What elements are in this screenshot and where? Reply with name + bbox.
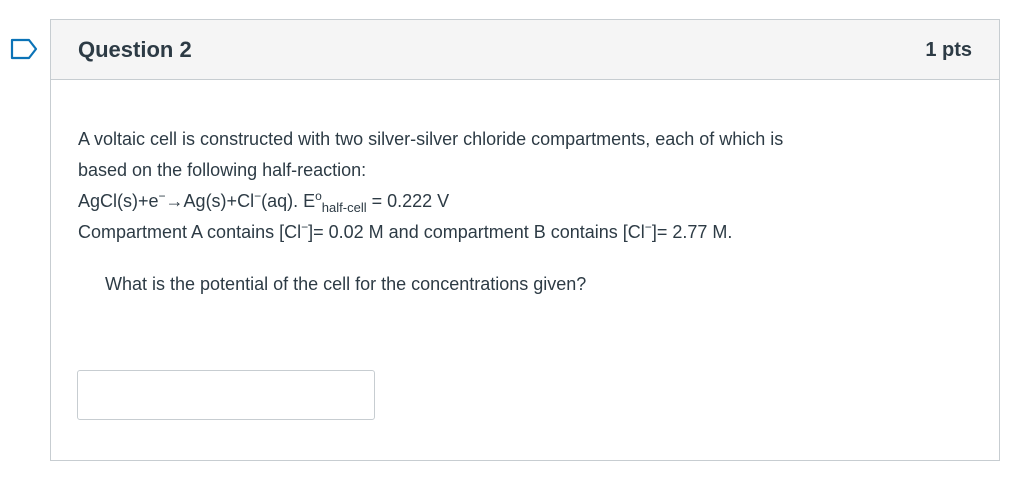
question-text-line: based on the following half-reaction: (78, 160, 367, 180)
reaction-text: →Ag(s)+Cl (165, 191, 255, 211)
compartment-text: ]= 2.77 M. (651, 222, 733, 242)
standard-superscript: o (315, 189, 322, 203)
charge-superscript: − (158, 189, 166, 203)
charge-superscript: − (644, 220, 652, 234)
reaction-text: = 0.222 V (366, 191, 450, 211)
question-prompt: What is the potential of the cell for th… (105, 274, 587, 294)
question-header: Question 2 1 pts (51, 20, 999, 80)
half-cell-subscript: half-cell (321, 200, 367, 215)
compartments-line: Compartment A contains [Cl −]= 0.02 M and… (78, 217, 958, 248)
bookmark-flag-icon[interactable] (10, 38, 38, 60)
reaction-text: AgCl(s)+e (78, 191, 159, 211)
reaction-text: (aq). E (261, 191, 316, 211)
question-text-line: A voltaic cell is constructed with two s… (78, 129, 784, 149)
question-title: Question 2 (78, 37, 192, 62)
answer-input[interactable] (77, 370, 375, 420)
compartment-text: ]= 0.02 M and compartment B contains [Cl (308, 222, 645, 242)
half-reaction-line: AgCl(s)+e−→Ag(s)+Cl−(aq). Eohalf-cell = … (78, 186, 958, 217)
question-points: 1 pts (925, 39, 972, 61)
question-card: Question 2 1 pts A voltaic cell is const… (50, 19, 1000, 461)
question-text: A voltaic cell is constructed with two s… (78, 124, 958, 248)
compartment-text: Compartment A contains [Cl (78, 222, 302, 242)
